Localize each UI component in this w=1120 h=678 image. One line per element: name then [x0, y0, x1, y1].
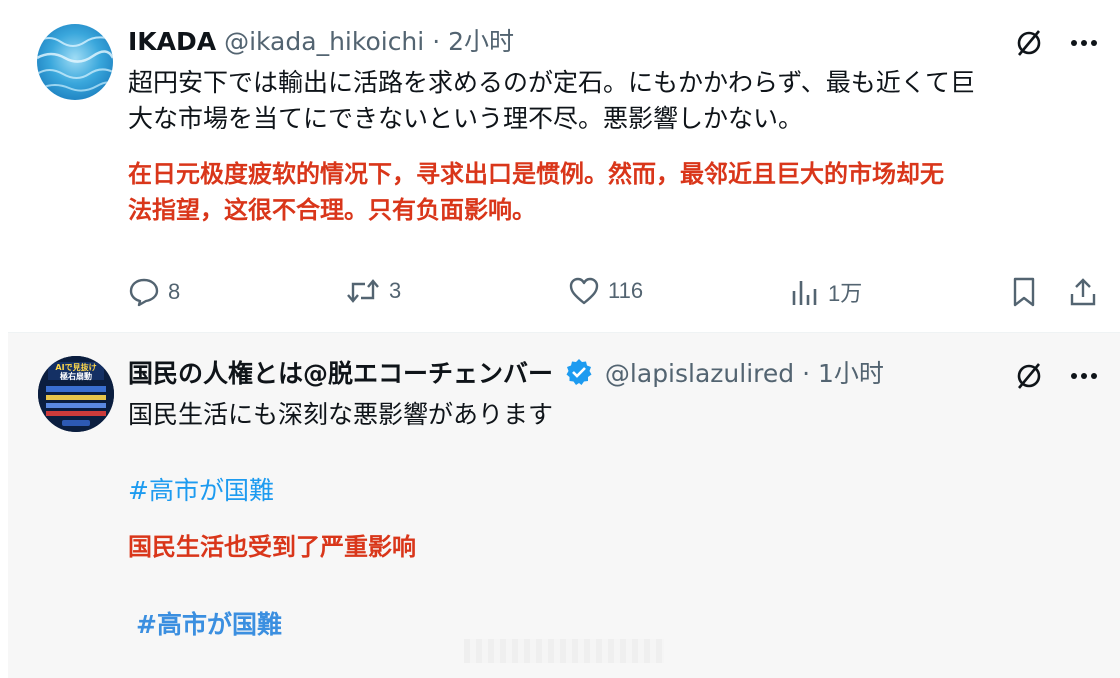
timestamp[interactable]: 1小时: [818, 359, 884, 388]
avatar-ikada[interactable]: [37, 24, 113, 100]
grok-icon[interactable]: [1014, 361, 1044, 391]
author-name[interactable]: 国民の人権とは@脱エコーチェンバー: [128, 359, 553, 388]
views-button[interactable]: 1万: [790, 276, 862, 308]
hashtag-link[interactable]: #高市が国難: [128, 476, 274, 506]
translation-line: 法指望，这很不合理。只有负面影响。: [128, 196, 536, 224]
author-handle[interactable]: @ikada_hikoichi: [224, 27, 424, 56]
tweet-text-jp: 超円安下では輸出に活路を求めるのが定石。にもかかわらず、最も近くて巨 大な市場を…: [128, 65, 1088, 137]
repost-icon: [347, 279, 379, 303]
text-line: 大な市場を当てにできないという理不尽。悪影響しかない。: [128, 104, 804, 133]
tweet-top-actions: [1014, 28, 1098, 58]
grok-icon[interactable]: [1014, 28, 1044, 58]
more-icon[interactable]: [1070, 371, 1098, 381]
text-line: 超円安下では輸出に活路を求めるのが定石。にもかかわらず、最も近くて巨: [128, 68, 976, 97]
like-icon: [569, 277, 599, 305]
reply-button[interactable]: 8: [128, 276, 180, 308]
dot-separator: ·: [432, 27, 441, 56]
watermark-stripe: [464, 639, 664, 663]
timestamp[interactable]: 2小时: [448, 27, 514, 56]
dot-separator: ·: [802, 359, 811, 388]
tweet-top-actions: [1014, 361, 1098, 391]
repost-count: 3: [389, 278, 402, 303]
like-button[interactable]: 116: [568, 276, 643, 306]
tweet-ikada[interactable]: IKADA @ikada_hikoichi · 2小时 超円安下では輸出に活路を…: [0, 0, 1120, 333]
translation-text-zh: 国民生活也受到了严重影响: [128, 533, 416, 561]
view-count: 1万: [828, 281, 863, 306]
tweet-header: IKADA @ikada_hikoichi · 2小时: [128, 27, 514, 57]
like-count: 116: [608, 278, 644, 303]
avatar-text-line: 極右扇動: [59, 371, 92, 381]
share-icon: [1070, 278, 1096, 306]
tweet-header: 国民の人権とは@脱エコーチェンバー @lapislazulired · 1小时: [128, 358, 884, 393]
reply-icon: [129, 278, 159, 307]
bookmark-button[interactable]: [1010, 276, 1046, 308]
views-icon: [792, 281, 817, 305]
avatar-text-line: AIで見抜け: [55, 362, 96, 372]
tweet-text-jp: 国民生活にも深刻な悪影響があります: [128, 400, 554, 429]
tweet-lapislazulired[interactable]: AIで見抜け 極右扇動 国民の人権とは@脱エコーチェンバー @lapislazu…: [0, 333, 1120, 678]
author-handle[interactable]: @lapislazulired: [605, 359, 794, 388]
avatar-lapislazulired[interactable]: AIで見抜け 極右扇動: [38, 356, 114, 432]
reply-count: 8: [168, 279, 181, 304]
tweet-action-bar: 8 3 116 1万: [0, 270, 1120, 314]
verified-badge-icon: [565, 358, 593, 393]
translation-text-zh: 在日元极度疲软的情况下，寻求出口是惯例。然而，最邻近且巨大的市场却无 法指望，这…: [128, 156, 1098, 228]
more-icon[interactable]: [1070, 38, 1098, 48]
bookmark-icon: [1013, 277, 1035, 307]
translation-hashtag: #高市が国難: [136, 610, 282, 639]
repost-button[interactable]: 3: [345, 276, 401, 306]
share-button[interactable]: [1068, 276, 1106, 308]
translation-line: 在日元极度疲软的情况下，寻求出口是惯例。然而，最邻近且巨大的市场却无: [128, 160, 944, 188]
author-name[interactable]: IKADA: [128, 27, 216, 56]
